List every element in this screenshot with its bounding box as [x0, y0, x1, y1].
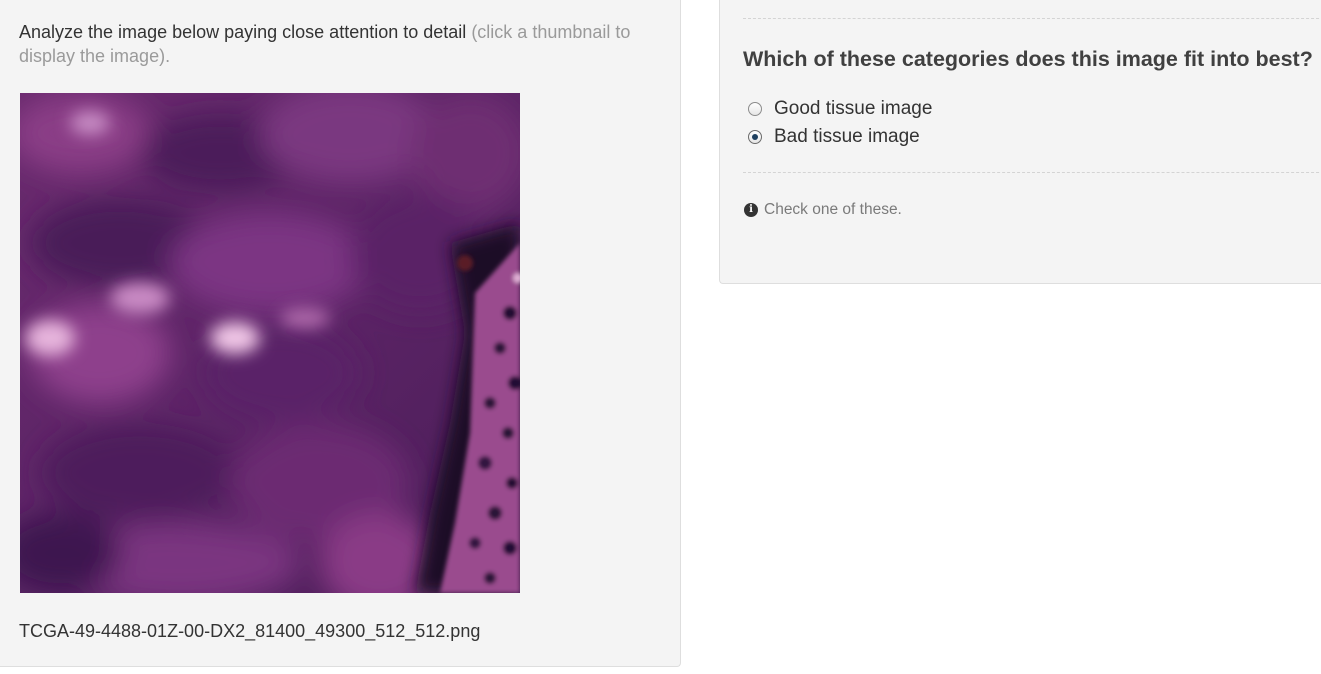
radio-bad-tissue[interactable] — [748, 130, 762, 144]
option-good-tissue[interactable]: Good tissue image — [748, 97, 932, 121]
info-icon: i — [744, 203, 758, 217]
option-label: Bad tissue image — [774, 126, 920, 147]
option-label: Good tissue image — [774, 98, 933, 119]
radio-good-tissue[interactable] — [748, 102, 762, 116]
divider — [743, 18, 1321, 19]
question-title: Which of these categories does this imag… — [743, 47, 1313, 71]
tissue-image[interactable] — [20, 93, 520, 593]
image-filename: TCGA-49-4488-01Z-00-DX2_81400_49300_512_… — [19, 621, 481, 641]
question-panel: Which of these categories does this imag… — [719, 0, 1321, 284]
option-bad-tissue[interactable]: Bad tissue image — [748, 125, 920, 149]
image-panel: Analyze the image below paying close att… — [0, 0, 681, 667]
help-text: i Check one of these. — [744, 201, 902, 219]
instructions: Analyze the image below paying close att… — [19, 20, 669, 68]
instructions-text: Analyze the image below paying close att… — [19, 22, 467, 42]
help-text-label: Check one of these. — [764, 201, 902, 218]
divider — [743, 172, 1321, 173]
